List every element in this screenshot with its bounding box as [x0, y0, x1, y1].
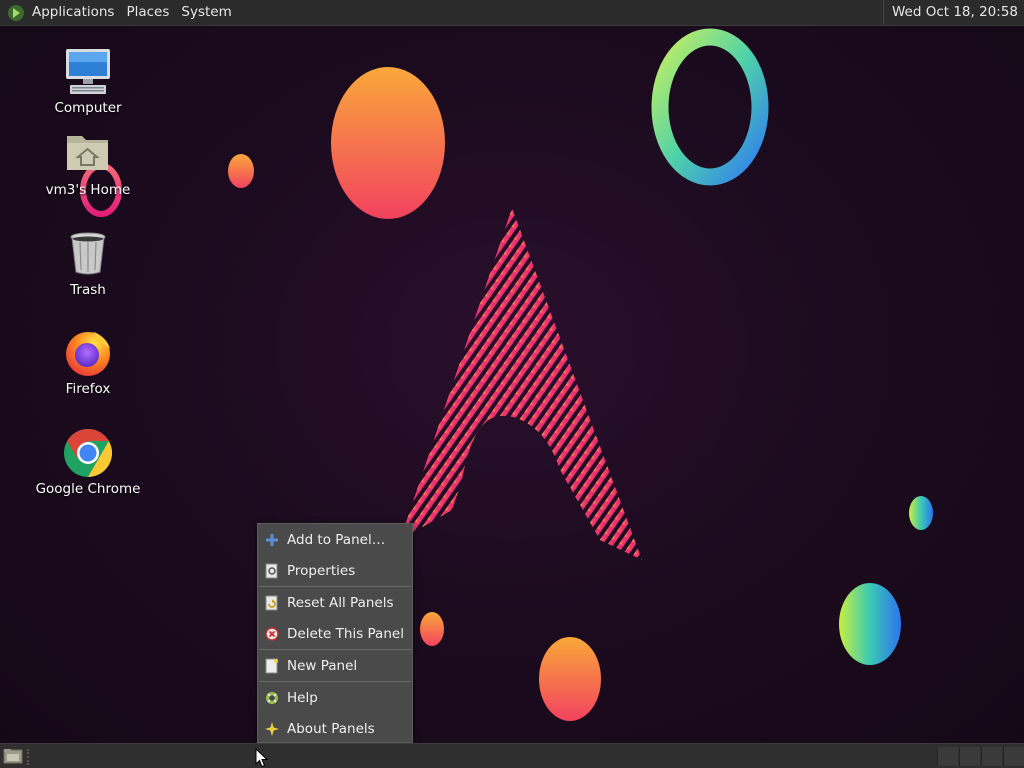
desktop-icon-label: Google Chrome: [35, 481, 141, 497]
workspace-2[interactable]: [959, 747, 980, 766]
firefox-icon: [62, 327, 114, 379]
add-icon: [264, 532, 280, 548]
workspace-4[interactable]: [1003, 747, 1024, 766]
menu-item-add-to-panel[interactable]: Add to Panel…: [258, 526, 412, 554]
menu-places[interactable]: Places: [120, 0, 175, 25]
menu-item-label: Add to Panel…: [287, 532, 386, 548]
menu-item-label: Reset All Panels: [287, 595, 394, 611]
menu-item-label: About Panels: [287, 721, 375, 737]
menu-applications[interactable]: Applications: [26, 0, 120, 25]
home-folder-icon: [62, 128, 114, 180]
trash-icon: [62, 228, 114, 280]
workspace-3[interactable]: [981, 747, 1002, 766]
menu-item-about-panels[interactable]: About Panels: [258, 715, 412, 743]
properties-icon: [264, 563, 280, 579]
panel-context-menu: Add to Panel… Properties Reset All Panel…: [257, 523, 413, 743]
menu-item-label: Properties: [287, 563, 356, 579]
new-panel-icon: [264, 658, 280, 674]
applications-logo-icon[interactable]: [6, 3, 26, 23]
help-icon: [264, 690, 280, 706]
menu-system[interactable]: System: [175, 0, 237, 25]
menu-separator: [259, 649, 411, 650]
menu-item-label: Help: [287, 690, 318, 706]
desktop-icon-home[interactable]: vm3's Home: [33, 128, 143, 198]
bottom-panel[interactable]: [0, 743, 1024, 768]
desktop-icon-firefox[interactable]: Firefox: [33, 327, 143, 397]
desktop-icon-computer[interactable]: Computer: [33, 46, 143, 116]
clock[interactable]: Wed Oct 18, 20:58: [882, 0, 1024, 25]
menu-item-label: Delete This Panel: [287, 626, 404, 642]
menu-separator: [259, 681, 411, 682]
desktop-icon-chrome[interactable]: Google Chrome: [33, 427, 143, 497]
delete-icon: [264, 626, 280, 642]
top-panel: Applications Places System Wed Oct 18, 2…: [0, 0, 1024, 26]
menu-separator: [259, 586, 411, 587]
computer-icon: [62, 46, 114, 98]
desktop-icon-label: Computer: [54, 100, 122, 116]
menu-item-reset-all-panels[interactable]: Reset All Panels: [258, 589, 412, 617]
chrome-icon: [62, 427, 114, 479]
menu-item-help[interactable]: Help: [258, 684, 412, 712]
menu-item-delete-this-panel[interactable]: Delete This Panel: [258, 620, 412, 648]
workspace-1[interactable]: [937, 747, 958, 766]
reset-icon: [264, 595, 280, 611]
desktop-icon-trash[interactable]: Trash: [33, 228, 143, 298]
desktop-icon-label: Firefox: [65, 381, 111, 397]
wallpaper: [80, 28, 933, 721]
mouse-cursor-icon: [255, 748, 268, 768]
desktop-icon-label: vm3's Home: [45, 182, 131, 198]
about-icon: [264, 721, 280, 737]
menu-item-label: New Panel: [287, 658, 358, 674]
menu-item-properties[interactable]: Properties: [258, 557, 412, 585]
menu-item-new-panel[interactable]: New Panel: [258, 652, 412, 680]
desktop[interactable]: Applications Places System Wed Oct 18, 2…: [0, 0, 1024, 768]
panel-drag-handle[interactable]: [27, 749, 33, 765]
show-desktop-icon[interactable]: [3, 748, 23, 768]
desktop-icon-label: Trash: [70, 282, 106, 298]
